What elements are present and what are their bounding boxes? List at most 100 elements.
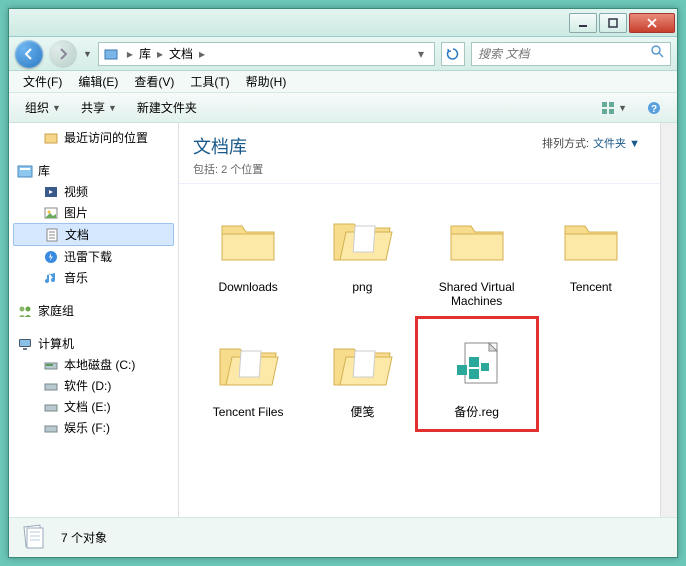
share-button[interactable]: 共享▼ xyxy=(73,96,125,119)
titlebar xyxy=(9,9,677,37)
breadcrumb-root[interactable]: 库 xyxy=(137,45,153,62)
item-label: png xyxy=(352,280,372,294)
svg-text:?: ? xyxy=(651,104,657,115)
folder-icon xyxy=(441,204,513,276)
content-area: 文档库 包括: 2 个位置 排列方式: 文件夹 ▼ Downloads png Sh… xyxy=(179,123,660,517)
folder-item[interactable]: Shared Virtual Machines xyxy=(422,198,532,315)
organize-button[interactable]: 组织▼ xyxy=(17,96,69,119)
sidebar-item-label: 文档 xyxy=(65,226,89,243)
breadcrumb[interactable]: ▸ 库 ▸ 文档 ▸ ▾ xyxy=(98,42,435,66)
help-button[interactable]: ? xyxy=(639,98,669,118)
sidebar-item-label: 最近访问的位置 xyxy=(64,129,148,146)
sort-label: 排列方式: xyxy=(542,135,589,151)
folder-item[interactable]: Tencent Files xyxy=(193,323,303,425)
sidebar-computer[interactable]: 计算机 xyxy=(9,333,178,354)
sidebar-videos[interactable]: 视频 xyxy=(9,181,178,202)
folder-icon xyxy=(212,204,284,276)
recent-icon xyxy=(43,130,59,146)
search-box[interactable] xyxy=(471,42,671,66)
body: 最近访问的位置 库 视频 图片 文档 迅雷下载 音乐 家庭组 计算机 本地磁盘 … xyxy=(9,123,677,517)
item-label: 备份.reg xyxy=(454,405,499,419)
menubar: 文件(F) 编辑(E) 查看(V) 工具(T) 帮助(H) xyxy=(9,71,677,93)
document-icon xyxy=(44,227,60,243)
toolbar: 组织▼ 共享▼ 新建文件夹 ▼ ? xyxy=(9,93,677,123)
item-label: Downloads xyxy=(218,280,277,294)
sidebar-drive-d[interactable]: 软件 (D:) xyxy=(9,375,178,396)
library-icon xyxy=(103,46,119,62)
sidebar-documents[interactable]: 文档 xyxy=(13,223,174,246)
picture-icon xyxy=(43,205,59,221)
chevron-down-icon: ▼ xyxy=(52,103,61,113)
new-folder-button[interactable]: 新建文件夹 xyxy=(129,96,205,119)
back-button[interactable] xyxy=(15,40,43,68)
sidebar-pictures[interactable]: 图片 xyxy=(9,202,178,223)
music-icon xyxy=(43,270,59,286)
sidebar-music[interactable]: 音乐 xyxy=(9,267,178,288)
explorer-window: ▼ ▸ 库 ▸ 文档 ▸ ▾ 文件(F) 编辑(E) 查看(V) 工具(T) 帮… xyxy=(8,8,678,558)
menu-help[interactable]: 帮助(H) xyxy=(238,73,295,90)
chevron-down-icon: ▼ xyxy=(618,103,627,113)
view-options-button[interactable]: ▼ xyxy=(593,98,635,118)
sort-control: 排列方式: 文件夹 ▼ xyxy=(542,135,640,151)
sidebar-item-label: 本地磁盘 (C:) xyxy=(64,356,135,373)
chevron-right-icon[interactable]: ▸ xyxy=(153,47,167,61)
item-label: 便笺 xyxy=(350,405,374,419)
breadcrumb-current[interactable]: 文档 xyxy=(167,45,195,62)
refresh-button[interactable] xyxy=(441,42,465,66)
item-label: Shared Virtual Machines xyxy=(424,280,530,309)
statusbar: 7 个对象 xyxy=(9,517,677,557)
menu-edit[interactable]: 编辑(E) xyxy=(70,73,126,90)
video-icon xyxy=(43,184,59,200)
sidebar-drive-c[interactable]: 本地磁盘 (C:) xyxy=(9,354,178,375)
menu-file[interactable]: 文件(F) xyxy=(15,73,70,90)
menu-view[interactable]: 查看(V) xyxy=(126,73,182,90)
sidebar-item-label: 娱乐 (F:) xyxy=(64,419,110,436)
sidebar: 最近访问的位置 库 视频 图片 文档 迅雷下载 音乐 家庭组 计算机 本地磁盘 … xyxy=(9,123,179,517)
folder-item[interactable]: png xyxy=(307,198,417,315)
chevron-right-icon[interactable]: ▸ xyxy=(123,47,137,61)
nav-dropdown-icon[interactable]: ▼ xyxy=(83,49,92,59)
folder-icon xyxy=(326,204,398,276)
sidebar-item-label: 音乐 xyxy=(64,269,88,286)
xunlei-icon xyxy=(43,249,59,265)
menu-tools[interactable]: 工具(T) xyxy=(182,73,237,90)
chevron-right-icon[interactable]: ▸ xyxy=(195,47,209,61)
sidebar-item-label: 视频 xyxy=(64,183,88,200)
maximize-button[interactable] xyxy=(599,13,627,33)
item-label: Tencent xyxy=(570,280,612,294)
sidebar-item-label: 软件 (D:) xyxy=(64,377,111,394)
folder-item[interactable]: 便笺 xyxy=(307,323,417,425)
sidebar-item-label: 迅雷下载 xyxy=(64,248,112,265)
folder-item[interactable]: Downloads xyxy=(193,198,303,315)
sidebar-libraries[interactable]: 库 xyxy=(9,160,178,181)
homegroup-icon xyxy=(17,303,33,319)
document-stack-icon xyxy=(19,522,51,554)
search-icon xyxy=(650,44,664,63)
drive-icon xyxy=(43,399,59,415)
minimize-button[interactable] xyxy=(569,13,597,33)
folder-icon xyxy=(326,329,398,401)
sidebar-homegroup[interactable]: 家庭组 xyxy=(9,300,178,321)
forward-button[interactable] xyxy=(49,40,77,68)
computer-icon xyxy=(17,336,33,352)
file-item[interactable]: 备份.reg xyxy=(422,323,532,425)
sidebar-item-label: 计算机 xyxy=(38,335,74,352)
breadcrumb-dropdown-icon[interactable]: ▾ xyxy=(412,47,430,61)
nav-bar: ▼ ▸ 库 ▸ 文档 ▸ ▾ xyxy=(9,37,677,71)
item-label: Tencent Files xyxy=(213,405,284,419)
sidebar-recent[interactable]: 最近访问的位置 xyxy=(9,127,178,148)
file-grid: Downloads png Shared Virtual Machines Tence… xyxy=(179,184,660,517)
sidebar-drive-e[interactable]: 文档 (E:) xyxy=(9,396,178,417)
search-input[interactable] xyxy=(478,47,650,61)
sidebar-item-label: 库 xyxy=(38,162,50,179)
folder-item[interactable]: Tencent xyxy=(536,198,646,315)
sort-value[interactable]: 文件夹 ▼ xyxy=(593,135,640,151)
scrollbar[interactable] xyxy=(660,123,677,517)
close-button[interactable] xyxy=(629,13,675,33)
sidebar-xunlei[interactable]: 迅雷下载 xyxy=(9,246,178,267)
reg-file-icon xyxy=(441,329,513,401)
sidebar-item-label: 图片 xyxy=(64,204,88,221)
folder-icon xyxy=(212,329,284,401)
sidebar-drive-f[interactable]: 娱乐 (F:) xyxy=(9,417,178,438)
content-header: 文档库 包括: 2 个位置 xyxy=(179,123,660,184)
